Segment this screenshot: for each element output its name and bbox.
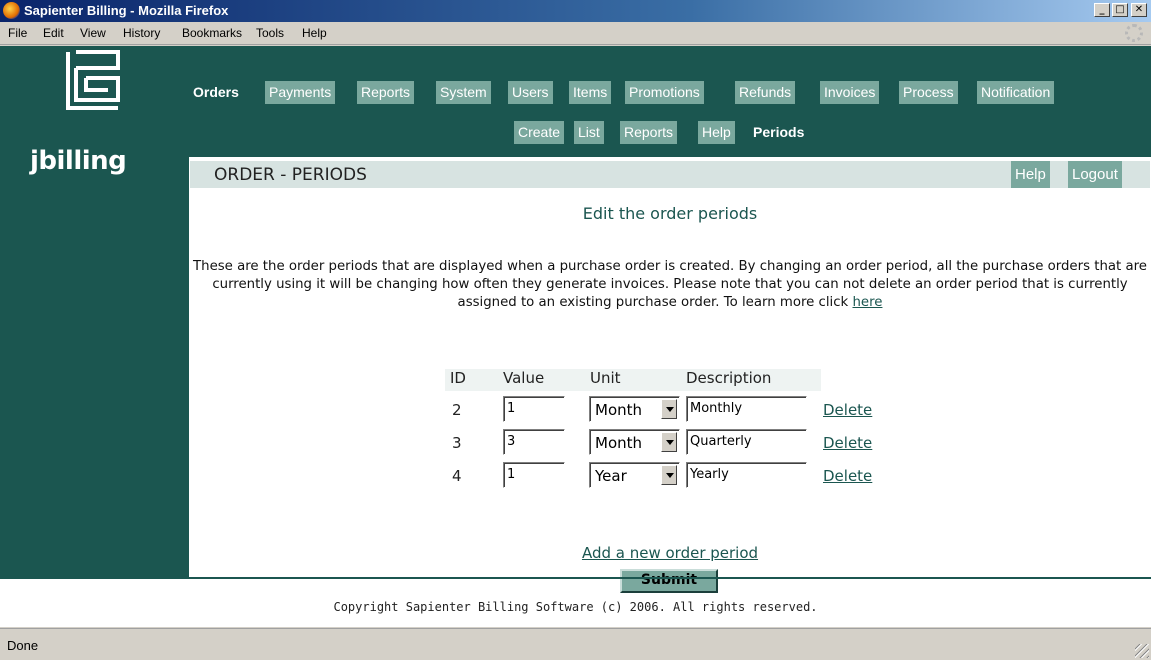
page-title: ORDER - PERIODS bbox=[214, 165, 367, 185]
status-bar: Done bbox=[0, 628, 1151, 660]
window-title: Sapienter Billing - Mozilla Firefox bbox=[24, 3, 229, 18]
value-input[interactable]: 1 bbox=[503, 396, 565, 422]
intro-paragraph: These are the order periods that are dis… bbox=[190, 258, 1150, 312]
tab-users[interactable]: Users bbox=[508, 81, 553, 104]
section-header: ORDER - PERIODS Help Logout bbox=[190, 161, 1150, 188]
resize-grip-icon[interactable] bbox=[1135, 644, 1149, 658]
learn-more-link[interactable]: here bbox=[852, 295, 882, 310]
column-description: Description bbox=[686, 369, 772, 387]
menu-edit[interactable]: Edit bbox=[43, 26, 64, 40]
intro-text: These are the order periods that are dis… bbox=[193, 259, 1147, 310]
row-id: 4 bbox=[452, 467, 462, 485]
menu-file[interactable]: File bbox=[8, 26, 27, 40]
logout-button[interactable]: Logout bbox=[1068, 161, 1122, 188]
main-panel: Edit the order periods These are the ord… bbox=[190, 188, 1150, 593]
subtab-list[interactable]: List bbox=[574, 121, 604, 144]
tab-system[interactable]: System bbox=[436, 81, 491, 104]
chevron-down-icon[interactable] bbox=[661, 399, 677, 419]
window-titlebar: Sapienter Billing - Mozilla Firefox _ □ … bbox=[0, 0, 1151, 22]
value-input[interactable]: 1 bbox=[503, 462, 565, 488]
unit-select-value: Month bbox=[595, 434, 643, 452]
menu-bookmarks[interactable]: Bookmarks bbox=[182, 26, 242, 40]
description-input[interactable]: Yearly bbox=[686, 462, 807, 488]
delete-link[interactable]: Delete bbox=[823, 467, 872, 485]
left-column: jbilling bbox=[0, 46, 189, 577]
column-value: Value bbox=[503, 369, 545, 387]
description-input[interactable]: Quarterly bbox=[686, 429, 807, 455]
delete-link[interactable]: Delete bbox=[823, 434, 872, 452]
panel-subtitle: Edit the order periods bbox=[582, 204, 758, 223]
row-id: 3 bbox=[452, 434, 462, 452]
tab-invoices[interactable]: Invoices bbox=[820, 81, 880, 104]
tab-orders[interactable]: Orders bbox=[189, 81, 243, 104]
logo-text: jbilling bbox=[30, 146, 127, 176]
chevron-down-icon[interactable] bbox=[661, 432, 677, 452]
menu-history[interactable]: History bbox=[123, 26, 160, 40]
tab-payments[interactable]: Payments bbox=[265, 81, 336, 104]
menu-view[interactable]: View bbox=[80, 26, 106, 40]
copyright-footer: Copyright Sapienter Billing Software (c)… bbox=[333, 600, 818, 614]
footer-divider bbox=[0, 577, 1151, 579]
column-id: ID bbox=[450, 369, 466, 387]
jbilling-logo-icon bbox=[66, 50, 120, 110]
unit-select[interactable]: Year bbox=[589, 462, 680, 488]
menu-help[interactable]: Help bbox=[302, 26, 327, 40]
close-button[interactable]: ✕ bbox=[1131, 3, 1147, 17]
unit-select-value: Month bbox=[595, 401, 643, 419]
chevron-down-icon[interactable] bbox=[661, 465, 677, 485]
row-id: 2 bbox=[452, 401, 462, 419]
unit-select[interactable]: Month bbox=[589, 429, 680, 455]
subtab-create[interactable]: Create bbox=[514, 121, 565, 144]
unit-select[interactable]: Month bbox=[589, 396, 680, 422]
top-navigation: Orders Payments Reports System Users Ite… bbox=[189, 46, 1151, 157]
add-order-period-link[interactable]: Add a new order period bbox=[190, 544, 1150, 562]
tab-promotions[interactable]: Promotions bbox=[625, 81, 704, 104]
column-unit: Unit bbox=[590, 369, 621, 387]
tab-process[interactable]: Process bbox=[899, 81, 958, 104]
subtab-reports[interactable]: Reports bbox=[620, 121, 678, 144]
menu-bar: File Edit View History Bookmarks Tools H… bbox=[0, 22, 1151, 45]
status-text: Done bbox=[7, 638, 39, 653]
page-content: jbilling Orders Payments Reports System … bbox=[0, 46, 1151, 627]
tab-reports[interactable]: Reports bbox=[357, 81, 415, 104]
header-help-button[interactable]: Help bbox=[1011, 161, 1050, 188]
firefox-icon bbox=[3, 2, 20, 19]
value-input[interactable]: 3 bbox=[503, 429, 565, 455]
subtab-periods[interactable]: Periods bbox=[749, 121, 808, 144]
tab-notification[interactable]: Notification bbox=[977, 81, 1055, 104]
delete-link[interactable]: Delete bbox=[823, 401, 872, 419]
throbber-icon bbox=[1125, 24, 1143, 42]
minimize-button[interactable]: _ bbox=[1094, 3, 1110, 17]
unit-select-value: Year bbox=[595, 467, 627, 485]
menu-tools[interactable]: Tools bbox=[256, 26, 284, 40]
tab-refunds[interactable]: Refunds bbox=[735, 81, 796, 104]
tab-items[interactable]: Items bbox=[569, 81, 612, 104]
maximize-button[interactable]: □ bbox=[1112, 3, 1128, 17]
submit-button[interactable]: Submit bbox=[620, 569, 718, 593]
subtab-help[interactable]: Help bbox=[698, 121, 735, 144]
description-input[interactable]: Monthly bbox=[686, 396, 807, 422]
